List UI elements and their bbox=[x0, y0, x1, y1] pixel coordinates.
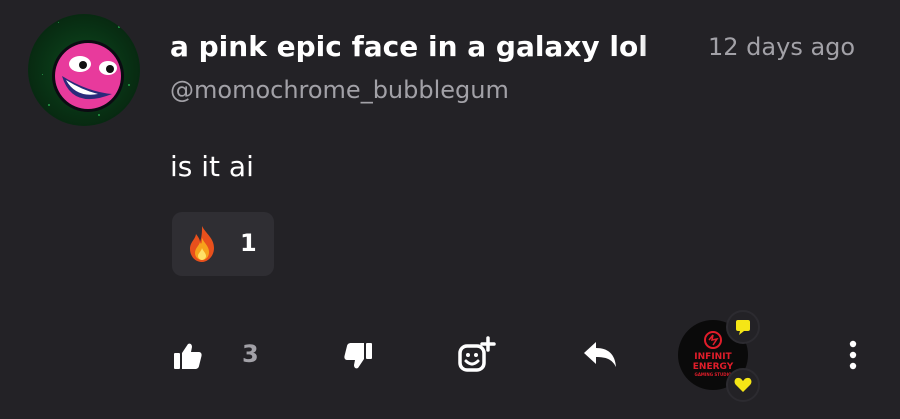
add-reaction-icon[interactable] bbox=[456, 336, 496, 376]
reply-icon[interactable] bbox=[582, 340, 618, 370]
heart-badge bbox=[726, 368, 760, 402]
fire-icon bbox=[190, 226, 214, 262]
post-title: a pink epic face in a galaxy lol bbox=[170, 30, 648, 63]
chat-badge bbox=[726, 310, 760, 344]
thumbs-up-icon[interactable] bbox=[172, 340, 204, 372]
user-avatar[interactable] bbox=[28, 14, 140, 126]
epic-face-avatar-icon bbox=[28, 14, 140, 126]
post-timestamp: 12 days ago bbox=[708, 33, 856, 61]
speech-bubble-icon bbox=[736, 320, 750, 335]
message-text: is it ai bbox=[170, 150, 254, 183]
logo-line-1: INFINIT bbox=[694, 352, 732, 362]
reaction-chip[interactable]: 1 bbox=[172, 212, 274, 276]
author-handle[interactable]: @momochrome_bubblegum bbox=[170, 76, 509, 104]
reaction-count: 1 bbox=[240, 229, 257, 257]
heart-icon bbox=[734, 377, 752, 392]
like-count: 3 bbox=[242, 340, 259, 368]
thumbs-down-icon[interactable] bbox=[342, 340, 374, 372]
more-options-icon[interactable] bbox=[846, 338, 860, 372]
